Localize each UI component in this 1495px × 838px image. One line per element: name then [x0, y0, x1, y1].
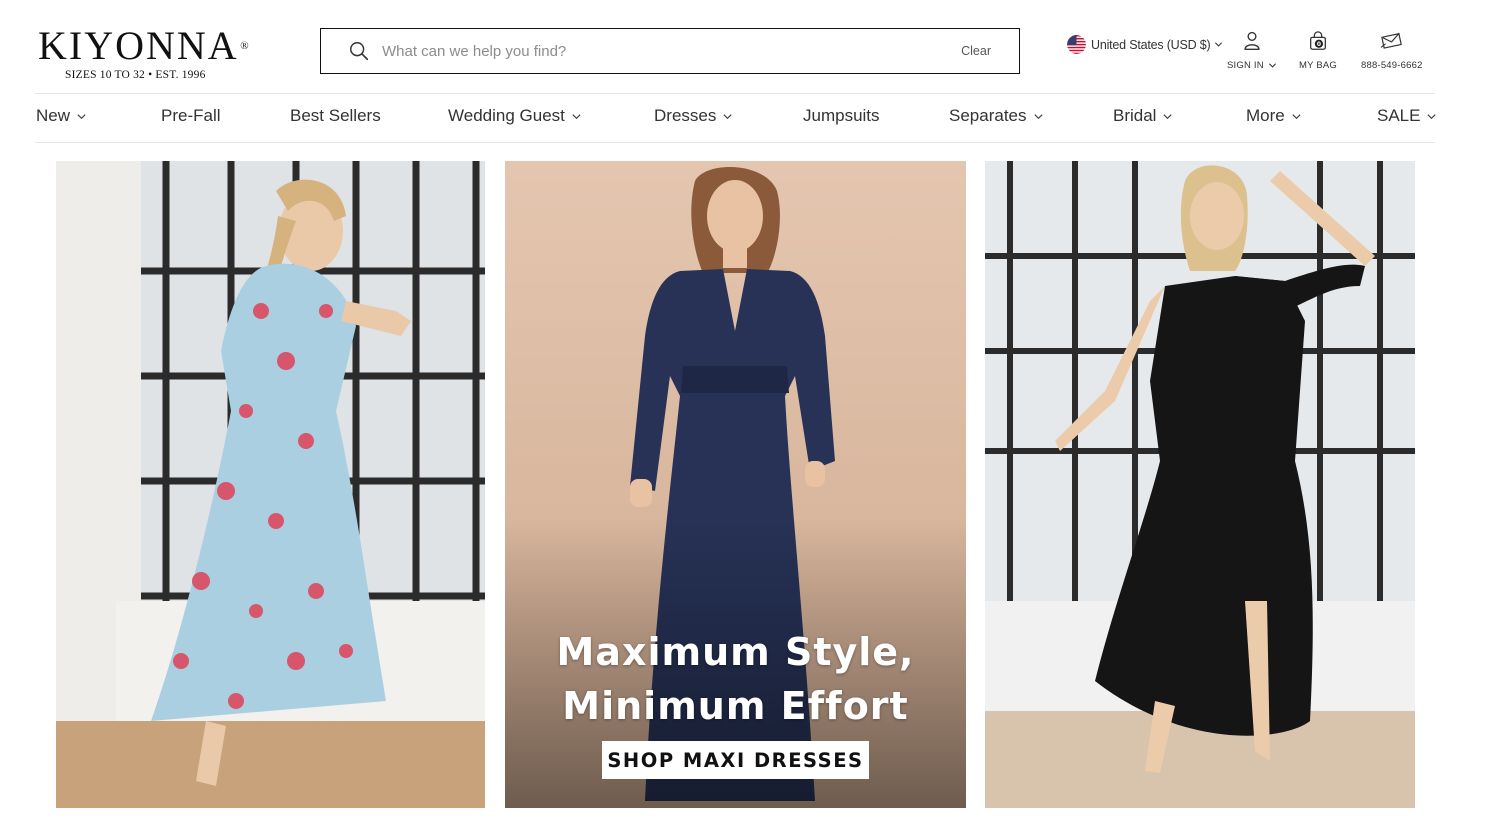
nav-label: More: [1246, 106, 1285, 125]
chevron-down-icon: [572, 113, 581, 119]
sign-in-button[interactable]: SIGN IN: [1227, 30, 1277, 71]
nav-label: Jumpsuits: [803, 106, 880, 125]
search-clear-button[interactable]: Clear: [961, 44, 991, 58]
search-icon[interactable]: [348, 40, 370, 62]
locale-label: United States (USD $): [1091, 37, 1211, 52]
hero-image-floral-dress[interactable]: [56, 161, 485, 808]
black-dress-illustration: [985, 161, 1415, 808]
nav-label: Dresses: [654, 106, 717, 125]
nav-label: Separates: [949, 106, 1027, 125]
nav-label: Pre-Fall: [161, 106, 221, 125]
chevron-down-icon: [723, 113, 732, 119]
user-icon: [1244, 31, 1260, 50]
brand-logo[interactable]: KIYONNA ® SIZES 10 TO 32 • EST. 1996: [38, 26, 253, 82]
nav-item-dresses[interactable]: Dresses: [654, 106, 733, 126]
shopping-bag-icon: 0: [1310, 31, 1326, 50]
nav-divider-top: [35, 93, 1435, 94]
nav-label: Wedding Guest: [448, 106, 565, 125]
chevron-down-icon: [1163, 113, 1173, 119]
my-bag-button[interactable]: 0 MY BAG: [1299, 30, 1337, 71]
hero-headline-line2: Minimum Effort: [562, 684, 909, 728]
phone-number: 888-549-6662: [1361, 60, 1423, 71]
registered-mark: ®: [240, 40, 249, 52]
chevron-down-icon: [1427, 113, 1437, 119]
hero-headline-line1: Maximum Style,: [556, 630, 915, 674]
search-bar: Clear: [320, 28, 1020, 74]
nav-item-pre-fall[interactable]: Pre-Fall: [161, 106, 221, 126]
nav-item-more[interactable]: More: [1246, 106, 1302, 126]
nav-item-wedding-guest[interactable]: Wedding Guest: [448, 106, 582, 126]
bag-count-badge: 0: [1317, 41, 1321, 48]
chevron-down-icon: [77, 113, 86, 119]
phone-link[interactable]: 888-549-6662: [1361, 30, 1423, 71]
nav-item-sale[interactable]: SALE: [1377, 106, 1437, 126]
hero-image-black-dress[interactable]: [985, 161, 1415, 808]
my-bag-label: MY BAG: [1299, 60, 1337, 71]
chevron-down-icon: [1268, 63, 1276, 68]
hero-image-navy-dress[interactable]: Maximum Style, Minimum Effort SHOP MAXI …: [505, 161, 966, 808]
chevron-down-icon: [1033, 113, 1043, 119]
chevron-down-icon: [1292, 113, 1301, 119]
brand-tagline: SIZES 10 TO 32 • EST. 1996: [65, 69, 206, 81]
nav-item-bridal[interactable]: Bridal: [1113, 106, 1173, 126]
sign-in-label: SIGN IN: [1227, 60, 1264, 71]
nav-divider-bottom: [35, 142, 1435, 143]
nav-label: New: [36, 106, 71, 125]
nav-label: SALE: [1377, 106, 1421, 125]
brand-name: KIYONNA ®: [38, 23, 249, 68]
floral-dress-illustration: [56, 161, 485, 808]
us-flag-icon: [1067, 35, 1086, 54]
contact-envelope-icon: [1380, 32, 1402, 49]
chevron-down-icon: [1215, 42, 1223, 47]
search-input[interactable]: [370, 42, 962, 60]
locale-selector[interactable]: United States (USD $): [1067, 35, 1223, 54]
shop-maxi-dresses-button[interactable]: SHOP MAXI DRESSES: [602, 741, 869, 779]
nav-item-jumpsuits[interactable]: Jumpsuits: [803, 106, 880, 126]
nav-item-best-sellers[interactable]: Best Sellers: [290, 106, 381, 126]
nav-label: Bridal: [1113, 106, 1157, 125]
nav-item-new[interactable]: New: [36, 106, 87, 126]
nav-label: Best Sellers: [290, 106, 381, 125]
nav-item-separates[interactable]: Separates: [949, 106, 1044, 126]
